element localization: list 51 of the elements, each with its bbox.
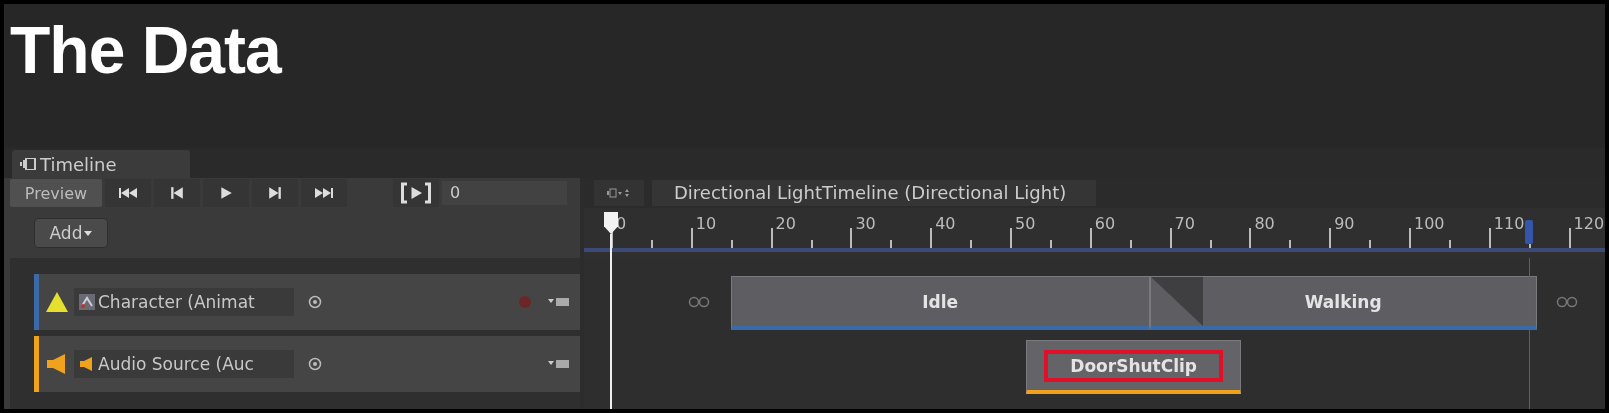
blend-marker (1150, 277, 1203, 326)
add-button[interactable]: Add (34, 218, 108, 248)
ruler-label: 10 (695, 214, 717, 233)
ruler-label: 120 (1573, 214, 1605, 233)
ruler-label: 60 (1094, 214, 1116, 233)
ruler-label: 40 (935, 214, 956, 233)
ruler-label: 20 (775, 214, 796, 233)
caret-icon (84, 230, 93, 236)
ruler-label: 70 (1174, 214, 1195, 233)
ruler-label: 90 (1334, 214, 1355, 233)
frame-field[interactable]: 0 (442, 181, 567, 205)
clip[interactable]: Walking (1149, 276, 1537, 330)
ruler-label: 30 (855, 214, 876, 233)
ruler-label: 100 (1414, 214, 1445, 233)
track-header[interactable]: Character (Animat (34, 274, 580, 330)
track-binding-field[interactable]: Audio Source (Auc (74, 350, 294, 378)
end-marker[interactable] (1524, 220, 1533, 244)
breadcrumb[interactable]: Directional LightTimeline (Directional Light) (652, 180, 1097, 206)
track-header[interactable]: Audio Source (Auc (34, 336, 580, 392)
infinity-icon (1554, 296, 1579, 308)
preview-button[interactable]: Preview (10, 179, 102, 207)
target-icon[interactable] (308, 295, 322, 309)
go-to-start-button[interactable] (105, 179, 151, 207)
timeline-icon (20, 158, 36, 170)
clip[interactable]: DoorShutClip (1025, 340, 1242, 394)
next-frame-button[interactable] (252, 179, 298, 207)
track-menu-icon[interactable] (548, 359, 570, 369)
timeline-selector-icon (607, 188, 631, 198)
clip[interactable]: Idle (730, 276, 1150, 330)
play-range-button[interactable] (393, 179, 439, 207)
target-icon[interactable] (308, 357, 322, 371)
tab-label: Timeline (40, 153, 117, 175)
ruler-label: 110 (1493, 214, 1525, 233)
speaker-icon (79, 356, 95, 372)
track-menu-icon[interactable] (548, 297, 570, 307)
timeline-tab[interactable]: Timeline (12, 150, 190, 178)
infinity-icon (686, 296, 711, 308)
previous-frame-button[interactable] (154, 179, 200, 207)
slide-title: The Data (9, 12, 281, 89)
play-button[interactable] (203, 179, 249, 207)
playhead[interactable] (604, 212, 618, 409)
warning-icon (45, 291, 69, 313)
track-binding-field[interactable]: Character (Animat (74, 288, 294, 316)
timeline-selector[interactable] (594, 180, 644, 206)
ruler-label: 50 (1015, 214, 1036, 233)
play-range-icon (401, 182, 431, 204)
skip-forward-icon (314, 186, 334, 200)
go-to-end-button[interactable] (301, 179, 347, 207)
skip-back-icon (118, 186, 138, 200)
ruler-label: 80 (1254, 214, 1275, 233)
animator-icon (79, 294, 95, 310)
